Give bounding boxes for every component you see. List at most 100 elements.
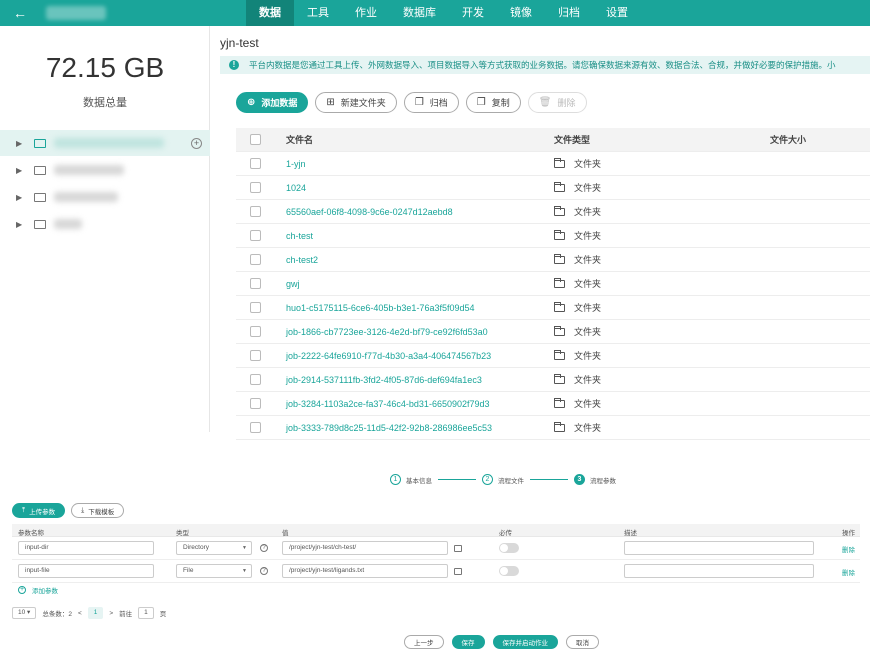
table-row[interactable]: job-2914-537111fb-3fd2-4f05-87d6-def694f… (236, 368, 870, 392)
nav-item-archive[interactable]: 归档 (545, 0, 593, 26)
nav-item-dev[interactable]: 开发 (449, 0, 497, 26)
delete-param-link[interactable]: 删除 (842, 544, 855, 554)
param-table-header: 参数名称 类型 值 必传 描述 操作 (12, 524, 860, 537)
file-name-link[interactable]: ch-test (286, 231, 313, 241)
row-checkbox[interactable] (250, 302, 261, 313)
tree-item-project-4[interactable]: ▶ (0, 211, 210, 237)
file-name-link[interactable]: 65560aef-06f8-4098-9c6e-0247d12aebd8 (286, 207, 453, 217)
new-folder-button[interactable]: ⊞ 新建文件夹 (315, 92, 397, 113)
upload-params-button[interactable]: ⤒ 上传参数 (12, 503, 66, 518)
add-data-button[interactable]: ⊕ 添加数据 (236, 92, 309, 113)
folder-icon (554, 373, 565, 384)
file-name-link[interactable]: job-2914-537111fb-3fd2-4f05-87d6-def694f… (286, 375, 482, 385)
tree-item-project-3[interactable]: ▶ (0, 184, 210, 210)
caret-right-icon[interactable]: ▶ (16, 166, 28, 175)
nav-item-settings[interactable]: 设置 (593, 0, 641, 26)
param-desc-input[interactable] (624, 564, 814, 578)
row-checkbox[interactable] (250, 206, 261, 217)
param-actions: ⤒ 上传参数 ⤓ 下载模板 (12, 503, 125, 518)
file-type-text: 文件夹 (574, 327, 602, 337)
back-arrow-icon[interactable]: ← (0, 5, 40, 21)
goto-page-input[interactable]: 1 (138, 607, 154, 619)
select-all-checkbox[interactable] (250, 134, 261, 145)
caret-right-icon[interactable]: ▶ (16, 139, 28, 148)
file-name-link[interactable]: ch-test2 (286, 255, 318, 265)
add-circle-icon[interactable]: + (191, 137, 202, 149)
table-row[interactable]: 1-yjn 文件夹 (236, 152, 870, 176)
row-checkbox[interactable] (250, 422, 261, 433)
table-row[interactable]: 65560aef-06f8-4098-9c6e-0247d12aebd8 文件夹 (236, 200, 870, 224)
prev-step-button[interactable]: 上一步 (404, 635, 444, 649)
nav-item-images[interactable]: 镜像 (497, 0, 545, 26)
page-size-select[interactable]: 10 ▾ (12, 607, 37, 619)
tree-item-project-1[interactable]: ▶ + (0, 130, 210, 156)
row-checkbox[interactable] (250, 350, 261, 361)
table-row[interactable]: job-3333-789d8c25-11d5-42f2-92b8-286986e… (236, 416, 870, 440)
add-param-button[interactable]: + 添加参数 (18, 585, 58, 595)
row-checkbox[interactable] (250, 254, 261, 265)
table-row[interactable]: job-2222-64fe6910-f77d-4b30-a3a4-4064745… (236, 344, 870, 368)
archive-button[interactable]: ❐ 归档 (403, 92, 459, 113)
help-icon[interactable]: ? (260, 567, 268, 575)
row-checkbox[interactable] (250, 158, 261, 169)
table-row[interactable]: job-1866-cb7723ee-3126-4e2d-bf79-ce92f6f… (236, 320, 870, 344)
save-and-run-button[interactable]: 保存并启动作业 (492, 635, 558, 649)
file-name-link[interactable]: huo1-c5175115-6ce6-405b-b3e1-76a3f5f09d5… (286, 303, 475, 313)
nav-item-database[interactable]: 数据库 (390, 0, 449, 26)
delete-param-link[interactable]: 删除 (842, 567, 855, 577)
help-icon[interactable]: ? (260, 544, 268, 552)
param-name-input[interactable]: input-dir (18, 541, 154, 555)
file-name-link[interactable]: gwj (286, 279, 300, 289)
tree-item-project-2[interactable]: ▶ (0, 157, 210, 183)
file-name-link[interactable]: 1024 (286, 183, 306, 193)
table-row[interactable]: gwj 文件夹 (236, 272, 870, 296)
file-name-link[interactable]: 1-yjn (286, 159, 306, 169)
save-button[interactable]: 保存 (451, 635, 485, 649)
table-row[interactable]: ch-test 文件夹 (236, 224, 870, 248)
row-checkbox[interactable] (250, 374, 261, 385)
table-row[interactable]: 1024 文件夹 (236, 176, 870, 200)
cancel-button[interactable]: 取消 (566, 635, 599, 649)
upload-params-label: 上传参数 (29, 508, 56, 516)
nav-item-data[interactable]: 数据 (246, 0, 294, 26)
param-value-input[interactable]: /project/yjn-test/ligands.txt (282, 564, 448, 578)
caret-right-icon[interactable]: ▶ (16, 220, 28, 229)
row-checkbox[interactable] (250, 182, 261, 193)
table-row[interactable]: ch-test2 文件夹 (236, 248, 870, 272)
row-checkbox[interactable] (250, 230, 261, 241)
folder-picker-icon[interactable] (454, 545, 462, 552)
file-name-link[interactable]: job-3284-1103a2ce-fa37-46c4-bd31-6650902… (286, 399, 490, 409)
table-row[interactable]: job-3284-1103a2ce-fa37-46c4-bd31-6650902… (236, 392, 870, 416)
delete-button[interactable]: 🗑 删除 (527, 92, 587, 113)
param-desc-input[interactable] (624, 541, 814, 555)
file-toolbar: ⊕ 添加数据 ⊞ 新建文件夹 ❐ 归档 ❐ 复制 🗑 删除 (236, 92, 587, 113)
folder-icon (554, 349, 565, 360)
required-toggle[interactable] (499, 543, 519, 553)
file-name-link[interactable]: job-3333-789d8c25-11d5-42f2-92b8-286986e… (286, 423, 492, 433)
nav-item-jobs[interactable]: 作业 (342, 0, 390, 26)
param-value-input[interactable]: /project/yjn-test/ch-test/ (282, 541, 448, 555)
copy-button[interactable]: ❐ 复制 (465, 92, 521, 113)
row-checkbox[interactable] (250, 398, 261, 409)
row-checkbox[interactable] (250, 326, 261, 337)
current-page[interactable]: 1 (87, 607, 104, 619)
nav-item-tools[interactable]: 工具 (294, 0, 342, 26)
blurred-tree-label (54, 138, 164, 148)
file-name-link[interactable]: job-1866-cb7723ee-3126-4e2d-bf79-ce92f6f… (286, 327, 488, 337)
pagination: 10 ▾ 总条数：2 < 1 > 前往 1 页 (12, 607, 166, 619)
file-type-text: 文件夹 (574, 159, 602, 169)
row-checkbox[interactable] (250, 278, 261, 289)
folder-icon (554, 421, 565, 432)
param-type-select[interactable]: Directory ▼ (176, 541, 252, 555)
folder-picker-icon[interactable] (454, 568, 462, 575)
param-type-select[interactable]: File ▼ (176, 564, 252, 578)
table-row[interactable]: huo1-c5175115-6ce6-405b-b3e1-76a3f5f09d5… (236, 296, 870, 320)
file-name-link[interactable]: job-2222-64fe6910-f77d-4b30-a3a4-4064745… (286, 351, 491, 361)
param-type-value: File (183, 567, 194, 574)
required-toggle[interactable] (499, 566, 519, 576)
caret-right-icon[interactable]: ▶ (16, 193, 28, 202)
download-template-button[interactable]: ⤓ 下载模板 (71, 503, 125, 518)
param-name-input[interactable]: input-file (18, 564, 154, 578)
prev-page-button[interactable]: < (78, 610, 82, 617)
next-page-button[interactable]: > (109, 610, 113, 617)
